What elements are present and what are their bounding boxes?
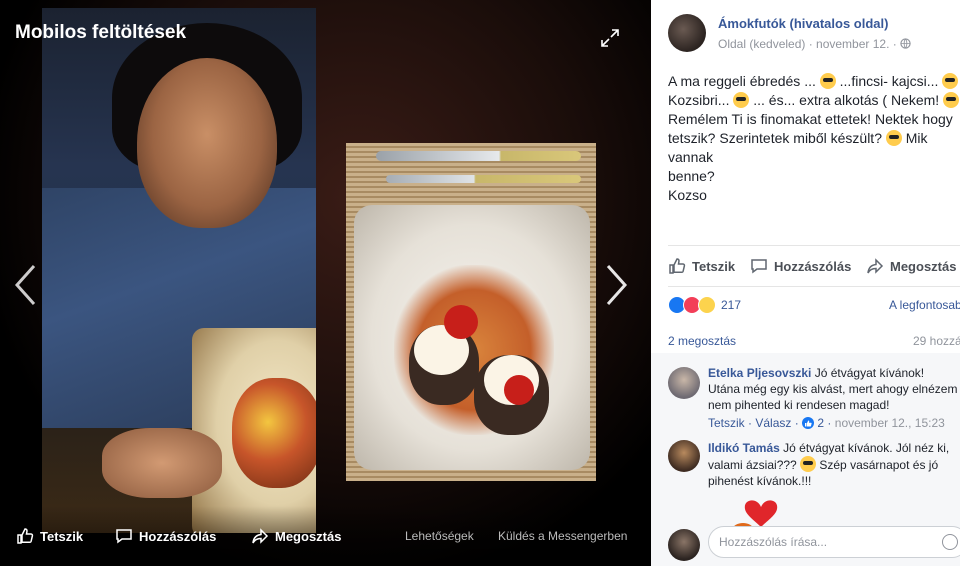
thumbs-up-icon (669, 258, 686, 274)
comment-sort-dropdown[interactable]: A legfontosabb (889, 298, 960, 312)
comment-reply-link[interactable]: Válasz (755, 416, 791, 430)
post-text-line: tetszik? Szerintetek miből készült? (668, 130, 886, 146)
wow-reaction-icon (698, 296, 716, 314)
comment-icon (116, 529, 132, 544)
post-actions: Tetszik Hozzászólás Megosztás (668, 245, 960, 287)
share-label: Megosztás (890, 258, 957, 274)
comment-like-link[interactable]: Tetszik (708, 416, 745, 430)
share-button[interactable]: Megosztás (866, 257, 956, 275)
viewer-comment-button[interactable]: Hozzászólás (115, 527, 216, 545)
comment-label: Hozzászólás (774, 258, 852, 274)
like-button[interactable]: Tetszik (668, 257, 735, 275)
photo-tomato (504, 375, 534, 405)
cool-face-emoji-icon (885, 130, 902, 146)
photo-food (232, 378, 316, 488)
page-avatar[interactable] (668, 14, 706, 52)
previous-photo-arrow-icon[interactable] (12, 262, 38, 308)
comment-body: Ildikó Tamás Jó étvágyat kívánok. Jól né… (708, 440, 958, 489)
photo-fork (386, 175, 581, 183)
viewer-comment-label: Hozzászólás (139, 528, 217, 544)
shares-count-link[interactable]: 2 megosztás (668, 334, 736, 348)
photo-viewer: Mobilos feltöltések Tetszik Hozzászólás … (0, 0, 651, 566)
comment-time[interactable]: november 12., 15:23 (835, 416, 945, 430)
share-arrow-icon (252, 528, 269, 544)
avatar (668, 529, 700, 561)
post-meta-text: Oldal (kedveled) · november 12. · (718, 37, 897, 51)
expand-icon[interactable] (599, 27, 621, 49)
post-meta: Oldal (kedveled) · november 12. · (718, 37, 911, 51)
comment-button[interactable]: Hozzászólás (750, 257, 851, 275)
photo-tomato (444, 305, 478, 339)
photo-plate-right (354, 205, 590, 470)
smiley-emoji-icon (800, 456, 817, 472)
globe-icon (900, 38, 911, 49)
avatar[interactable] (668, 367, 700, 399)
comment-input[interactable]: Hozzászólás írása... (708, 526, 960, 558)
options-link[interactable]: Lehetőségek (405, 529, 474, 543)
thumbs-up-icon (802, 417, 815, 429)
photo-left (42, 8, 316, 533)
reaction-count: 217 (721, 298, 742, 312)
emoji-picker-icon[interactable] (942, 534, 958, 550)
viewer-share-button[interactable]: Megosztás (251, 527, 341, 545)
like-label: Tetszik (692, 258, 736, 274)
photo-face (137, 58, 277, 228)
viewer-share-label: Megosztás (275, 528, 342, 544)
reactions-summary[interactable]: 217 (668, 296, 741, 314)
photo-hand (102, 428, 222, 498)
comment-author-link[interactable]: Ildikó Tamás (708, 441, 780, 455)
post-text-line: A ma reggeli ébredés ... (668, 73, 820, 89)
avatar[interactable] (668, 440, 700, 472)
comment-author-link[interactable]: Etelka Pljesovszki (708, 366, 811, 380)
comments-count[interactable]: 29 hozzászólás (913, 334, 960, 348)
next-photo-arrow-icon[interactable] (604, 262, 630, 308)
comment-body: Etelka Pljesovszki Jó étvágyat kívánok! … (708, 365, 958, 413)
thumbs-up-icon (17, 528, 34, 544)
cool-face-emoji-icon (942, 73, 959, 89)
viewer-like-button[interactable]: Tetszik (16, 527, 83, 545)
viewer-title: Mobilos feltöltések (15, 22, 187, 43)
post-text: A ma reggeli ébredés ... ...fincsi- kajc… (668, 72, 960, 205)
cool-face-emoji-icon (943, 92, 960, 108)
post-text-line: benne? (668, 168, 715, 184)
post-sidebar: Ámokfutók (hivatalos oldal) Oldal (kedve… (651, 0, 960, 566)
post-text-line: Kozsibri... (668, 92, 734, 108)
comment-like-count: 2 (817, 416, 825, 430)
comment-icon (751, 259, 767, 274)
post-text-line: Remélem Ti is finomakat ettetek! Nektek … (668, 111, 953, 127)
photo-knife (376, 151, 581, 161)
post-text-line: ... és... extra alkotás ( Nekem! (749, 92, 944, 108)
comment-composer: Hozzászólás írása... (651, 526, 960, 566)
post-text-line: Kozso (668, 187, 707, 203)
photo-right (346, 143, 596, 481)
photo-plate-left (192, 328, 316, 533)
cool-face-emoji-icon (819, 73, 836, 89)
cool-face-emoji-icon (733, 92, 750, 108)
send-in-messenger-link[interactable]: Küldés a Messengerben (498, 529, 627, 543)
share-arrow-icon (867, 258, 884, 274)
page-name-link[interactable]: Ámokfutók (hivatalos oldal) (718, 16, 888, 31)
viewer-like-label: Tetszik (40, 528, 84, 544)
comment-meta: Tetszik · Válasz · 2 · november 12., 15:… (708, 416, 945, 430)
post-text-line: ...fincsi- kajcsi... (835, 73, 943, 89)
